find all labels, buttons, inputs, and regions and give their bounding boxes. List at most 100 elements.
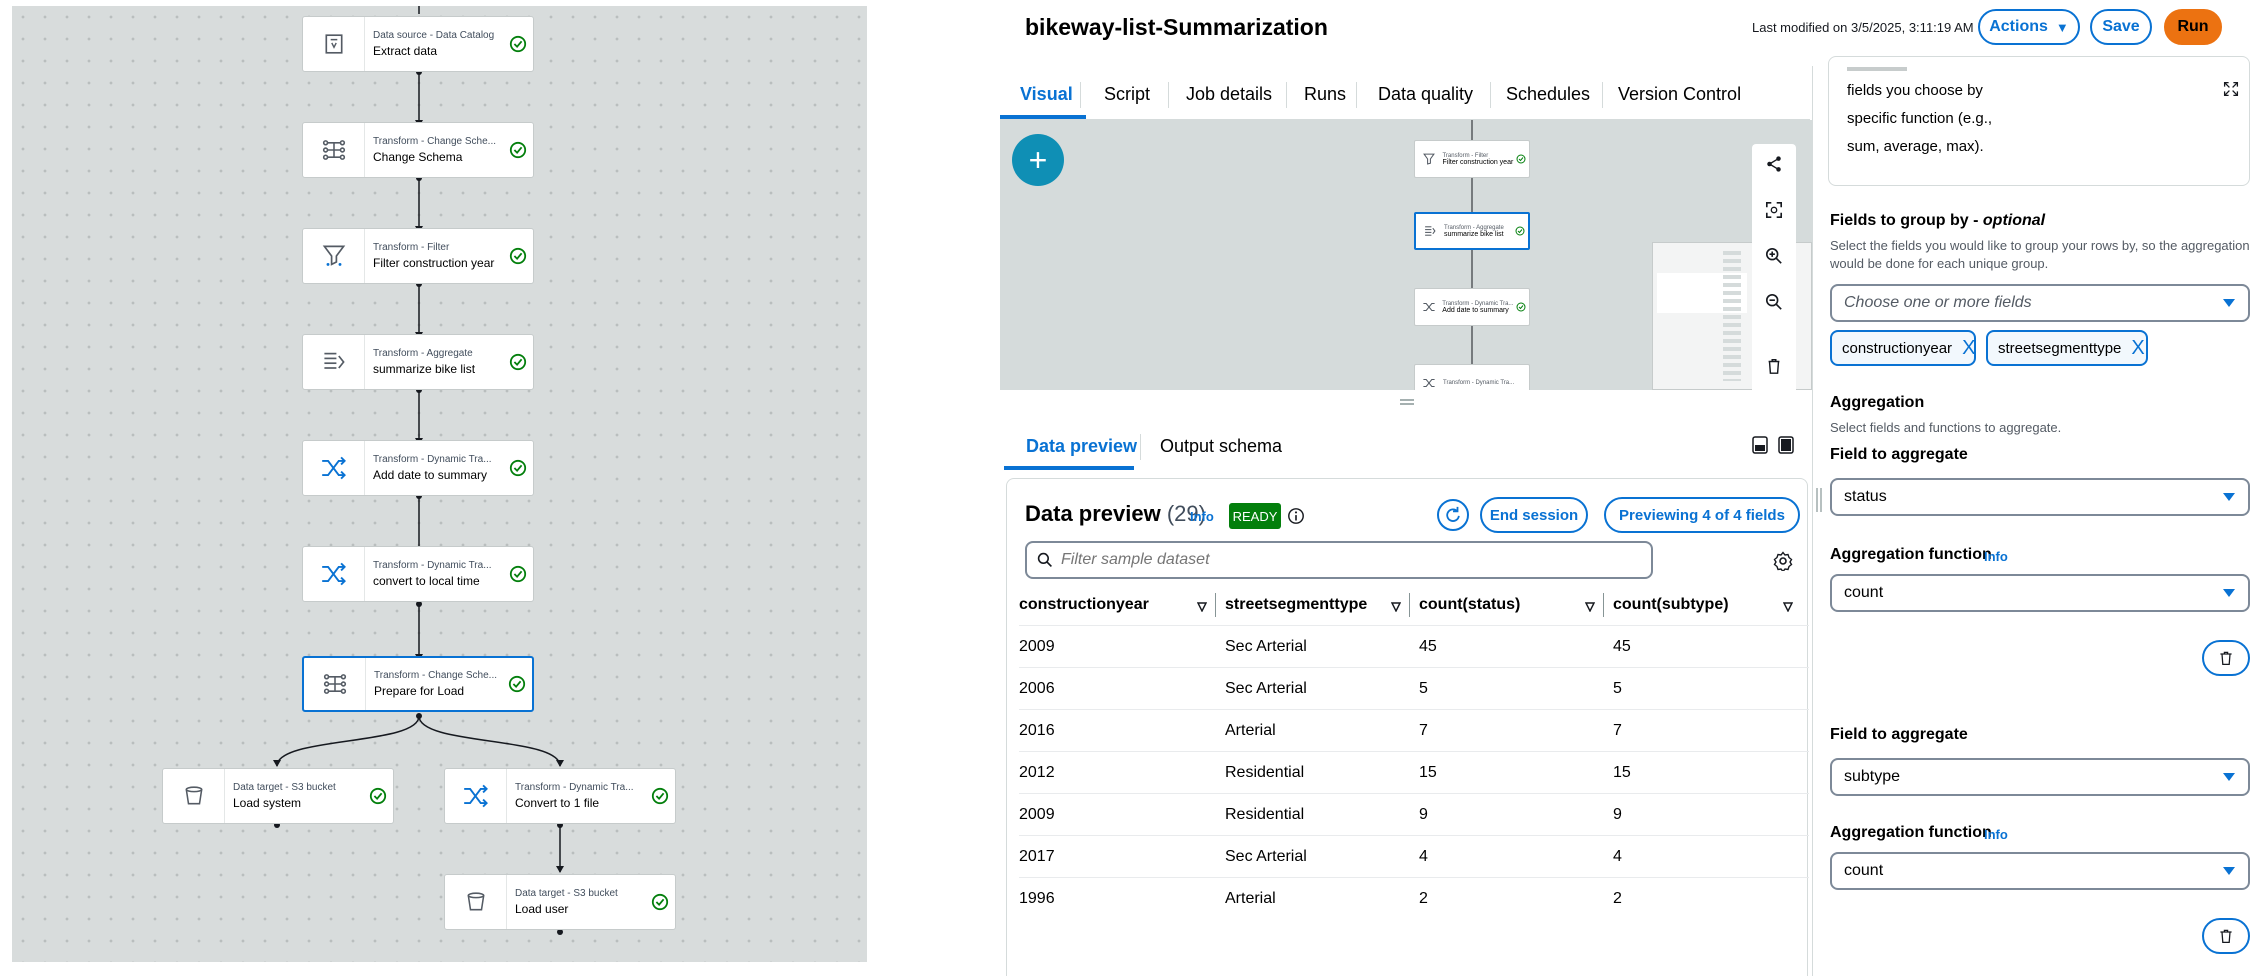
resize-handle-icon[interactable]	[1400, 393, 1414, 405]
tab-output-schema[interactable]: Output schema	[1160, 436, 1282, 457]
save-button[interactable]: Save	[2090, 9, 2152, 45]
selected-value: status	[1844, 488, 1887, 505]
run-button[interactable]: Run	[2164, 9, 2222, 45]
field-to-aggregate-select[interactable]: subtype	[1830, 758, 2250, 796]
caret-down-icon	[2222, 490, 2236, 508]
column-header[interactable]: streetsegmenttype	[1225, 585, 1367, 625]
aggregation-function-label: Aggregation function	[1830, 546, 1992, 563]
info-circle-icon[interactable]	[1287, 507, 1305, 530]
search-icon	[1037, 552, 1052, 567]
graph-node[interactable]: Transform - Change Sche... Prepare for Lo…	[302, 656, 534, 712]
left-graph-canvas[interactable]: Data source - Data Catalog Extract data Tr…	[12, 6, 867, 962]
aggregation-function-label: Aggregation function	[1830, 824, 1992, 841]
mini-node-dynamic-transform[interactable]: Transform - Dynamic Tra... Add date to su…	[1414, 288, 1530, 326]
filter-field[interactable]	[1025, 541, 1653, 579]
mini-node-aggregate[interactable]: Transform - Aggregate summarize bike list	[1414, 212, 1530, 250]
success-check-icon	[645, 787, 675, 805]
node-subtitle: Transform - Filter	[373, 242, 450, 253]
graph-node[interactable]: Data target - S3 bucket Load system	[162, 768, 394, 824]
share-icon[interactable]	[1762, 152, 1786, 176]
tab-schedules[interactable]: Schedules	[1506, 84, 1590, 105]
tab-job-details[interactable]: Job details	[1186, 84, 1272, 105]
delete-icon[interactable]	[1762, 354, 1786, 378]
table-row: 2016 Arterial 7 7	[1019, 709, 1809, 751]
tab-data-preview[interactable]: Data preview	[1026, 436, 1137, 457]
info-link[interactable]: Info	[1984, 827, 2008, 842]
table-cell: 7	[1613, 722, 1622, 739]
node-title: summarize bike list	[373, 362, 476, 376]
sort-icon[interactable]	[1196, 599, 1208, 617]
actions-button[interactable]: Actions ▼	[1978, 9, 2080, 45]
tab-divider	[1356, 82, 1357, 108]
multiselect-placeholder: Choose one or more fields	[1844, 294, 2032, 311]
graph-node[interactable]: Data source - Data Catalog Extract data	[302, 16, 534, 72]
aggregation-function-select[interactable]: count	[1830, 574, 2250, 612]
table-row: 2012 Residential 15 15	[1019, 751, 1809, 793]
remove-aggregation-button[interactable]	[2202, 918, 2250, 954]
column-header[interactable]: constructionyear	[1019, 585, 1149, 625]
tab-script[interactable]: Script	[1104, 84, 1150, 105]
trash-icon	[2220, 929, 2232, 944]
mini-node-dynamic-transform[interactable]: Transform - Dynamic Tra...	[1414, 364, 1530, 390]
graph-node[interactable]: Transform - Filter Filter construction ye…	[302, 228, 534, 284]
column-divider	[1215, 593, 1216, 617]
column-header-label: count(subtype)	[1613, 596, 1729, 613]
description-text: fields you choose by specific function (…	[1847, 77, 1992, 161]
schema-icon	[304, 658, 366, 710]
description-line: specific function (e.g.,	[1847, 110, 1993, 127]
mini-node-filter[interactable]: Transform - Filter Filter construction ye…	[1414, 140, 1530, 178]
tab-runs[interactable]: Runs	[1304, 84, 1346, 105]
zoom-out-icon[interactable]	[1762, 290, 1786, 314]
graph-node[interactable]: Data target - S3 bucket Load user	[444, 874, 676, 930]
settings-gear-icon[interactable]	[1773, 551, 1793, 576]
previewing-fields-button[interactable]: Previewing 4 of 4 fields	[1604, 497, 1800, 533]
add-node-button[interactable]: +	[1012, 134, 1064, 186]
remove-aggregation-button[interactable]	[2202, 640, 2250, 676]
sort-icon[interactable]	[1390, 599, 1402, 617]
tab-version-control[interactable]: Version Control	[1618, 84, 1741, 105]
remove-token-icon[interactable]: X	[1962, 337, 1975, 360]
remove-token-icon[interactable]: X	[2131, 337, 2144, 360]
node-subtitle: Transform - Dynamic Tra...	[1443, 380, 1515, 386]
node-title: Load system	[233, 796, 302, 810]
trash-icon	[2220, 651, 2232, 666]
fit-to-screen-icon[interactable]	[1762, 198, 1786, 222]
filter-input[interactable]	[1061, 551, 1641, 569]
refresh-button[interactable]	[1437, 499, 1469, 531]
graph-node[interactable]: Transform - Dynamic Tra... Convert to 1 f…	[444, 768, 676, 824]
panel-layout-bottom-icon[interactable]	[1752, 436, 1768, 459]
table-cell: Arterial	[1225, 890, 1276, 907]
aggregation-function-select[interactable]: count	[1830, 852, 2250, 890]
zoom-in-icon[interactable]	[1762, 244, 1786, 268]
graph-node[interactable]: Transform - Dynamic Tra... convert to loc…	[302, 546, 534, 602]
graph-node[interactable]: Transform - Dynamic Tra... Add date to su…	[302, 440, 534, 496]
table-cell: Sec Arterial	[1225, 638, 1307, 655]
expand-icon[interactable]	[2223, 81, 2239, 102]
graph-node[interactable]: Transform - Change Sche... Change Schema	[302, 122, 534, 178]
table-row: 2006 Sec Arterial 5 5	[1019, 667, 1809, 709]
visual-editor-canvas[interactable]: + Transform - Filter Filter construction …	[1000, 120, 1812, 390]
info-link[interactable]: Info	[1190, 509, 1214, 524]
info-link[interactable]: Info	[1984, 549, 2008, 564]
end-session-button[interactable]: End session	[1480, 497, 1588, 533]
table-cell: 2012	[1019, 764, 1055, 781]
sort-icon[interactable]	[1782, 599, 1794, 617]
tab-visual[interactable]: Visual	[1020, 84, 1073, 105]
column-divider	[1603, 593, 1604, 617]
table-cell: 4	[1613, 848, 1622, 865]
field-to-aggregate-select[interactable]: status	[1830, 478, 2250, 516]
group-by-multiselect[interactable]: Choose one or more fields	[1830, 284, 2250, 322]
column-header[interactable]: count(status)	[1419, 585, 1520, 625]
node-text: Transform - Dynamic Tra... convert to loc…	[365, 560, 503, 588]
tab-data-quality[interactable]: Data quality	[1378, 84, 1473, 105]
table-cell: 9	[1613, 806, 1622, 823]
caret-down-icon	[2222, 864, 2236, 882]
table-cell: 1996	[1019, 890, 1055, 907]
sort-icon[interactable]	[1584, 599, 1596, 617]
tab-divider	[1490, 82, 1491, 108]
panel-layout-full-icon[interactable]	[1778, 436, 1794, 459]
tab-divider	[1602, 82, 1603, 108]
column-header[interactable]: count(subtype)	[1613, 585, 1729, 625]
graph-node[interactable]: Transform - Aggregate summarize bike list	[302, 334, 534, 390]
data-preview-panel: Data preview (29) Info READY End session…	[1006, 478, 1809, 976]
